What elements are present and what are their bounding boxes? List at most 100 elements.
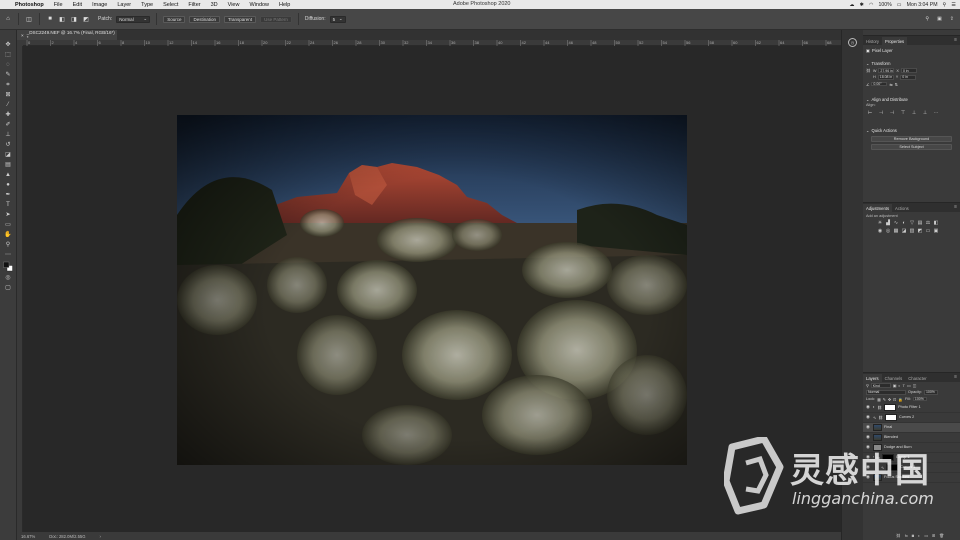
search-icon[interactable]: ⚲ <box>925 16 929 22</box>
new-selection-icon[interactable]: ■ <box>46 15 54 23</box>
eye-icon[interactable]: ◉ <box>866 414 871 420</box>
cloud-icon[interactable]: ☁ <box>849 2 854 8</box>
lock-all-icon[interactable]: 🔒 <box>898 397 903 402</box>
type-tool-icon[interactable]: T <box>3 200 13 209</box>
layer-row[interactable]: ◉ Blended <box>863 433 960 443</box>
exposure-icon[interactable]: ◐ <box>901 220 907 226</box>
y-field[interactable]: 0 in <box>900 75 917 80</box>
diffusion-select[interactable]: 5 ⌄ <box>329 15 346 23</box>
eye-icon[interactable]: ◉ <box>866 404 871 410</box>
new-group-icon[interactable]: ▭ <box>924 533 928 538</box>
photo-filter-icon[interactable]: ◉ <box>877 228 883 234</box>
move-tool-icon[interactable]: ✥ <box>3 40 13 49</box>
trash-icon[interactable]: 🗑 <box>939 533 944 538</box>
layer-mask[interactable] <box>885 413 898 421</box>
menu-list-icon[interactable]: ☰ <box>951 2 956 8</box>
layer-row[interactable]: ◉ › ▭ Group 1 <box>863 453 960 463</box>
selective-color-icon[interactable]: ▣ <box>933 228 939 234</box>
layer-row[interactable]: ◉ Final <box>863 422 960 433</box>
menu-app[interactable]: Photoshop <box>10 2 49 8</box>
menu-image[interactable]: Image <box>87 2 112 8</box>
close-icon[interactable]: × <box>21 33 24 38</box>
x-field[interactable]: 0 in <box>900 68 917 73</box>
chevron-right-icon[interactable]: › <box>100 534 101 539</box>
align-center-icon[interactable]: ⊣ <box>878 110 884 116</box>
lock-artboard-icon[interactable]: ⊡ <box>893 397 896 402</box>
invert-icon[interactable]: ◪ <box>901 228 907 234</box>
color-lookup-icon[interactable]: ▦ <box>893 228 899 234</box>
eye-icon[interactable]: ◉ <box>866 444 871 450</box>
threshold-icon[interactable]: ◩ <box>917 228 923 234</box>
align-left-icon[interactable]: ⊢ <box>867 110 873 116</box>
tab-actions[interactable]: Actions <box>892 204 912 212</box>
wifi-icon[interactable]: ◠ <box>869 2 874 8</box>
align-right-icon[interactable]: ⊣ <box>889 110 895 116</box>
posterize-icon[interactable]: ▥ <box>909 228 915 234</box>
menu-view[interactable]: View <box>223 2 245 8</box>
black-white-icon[interactable]: ◧ <box>933 220 939 226</box>
lock-transparent-icon[interactable]: ▦ <box>877 397 881 402</box>
intersect-selection-icon[interactable]: ◩ <box>82 15 90 23</box>
remove-background-button[interactable]: Remove Background <box>871 135 952 142</box>
menu-edit[interactable]: Edit <box>68 2 87 8</box>
tab-character[interactable]: Character <box>905 374 929 382</box>
eye-icon[interactable]: ◉ <box>866 434 871 440</box>
gradient-tool-icon[interactable]: ▤ <box>3 160 13 169</box>
zoom-tool-icon[interactable]: ⚲ <box>3 240 13 249</box>
path-select-icon[interactable]: ➤ <box>3 210 13 219</box>
new-layer-icon[interactable]: ⊞ <box>932 533 935 538</box>
hue-saturation-icon[interactable]: ▤ <box>917 220 923 226</box>
eraser-tool-icon[interactable]: ◪ <box>3 150 13 159</box>
dodge-tool-icon[interactable]: ● <box>3 180 13 189</box>
use-pattern-button[interactable]: Use Pattern <box>260 15 292 23</box>
layer-row[interactable]: ◉ ∿ ⛓ Curves 2 <box>863 413 960 423</box>
layer-mask[interactable] <box>884 403 897 411</box>
clock[interactable]: Mon 3:04 PM <box>907 2 938 8</box>
opacity-field[interactable]: 100% <box>923 390 938 395</box>
search-icon[interactable]: ⚲ <box>943 2 947 8</box>
eye-icon[interactable]: ◉ <box>866 454 871 460</box>
battery-icon[interactable]: ▭ <box>897 2 902 8</box>
brightness-icon[interactable]: ☀ <box>877 220 883 226</box>
kind-select[interactable]: Kind <box>870 383 891 388</box>
more-tools-icon[interactable]: ⋯ <box>3 250 13 259</box>
marquee-tool-icon[interactable]: ⬚ <box>3 50 13 59</box>
filter-pixel-icon[interactable]: ▣ <box>893 383 897 388</box>
hand-tool-icon[interactable]: ✋ <box>3 230 13 239</box>
quick-mask-icon[interactable]: ◎ <box>3 273 13 282</box>
patch-select[interactable]: Normal ⌄ <box>116 15 151 23</box>
more-options-icon[interactable]: ⋯ <box>933 110 939 116</box>
flip-horizontal-icon[interactable]: ⇆ <box>889 82 892 87</box>
healing-tool-icon[interactable]: ✚ <box>3 110 13 119</box>
tab-adjustments[interactable]: Adjustments <box>863 204 893 212</box>
layer-row[interactable]: ◉ ∿ Curves 1 <box>863 463 960 473</box>
menu-file[interactable]: File <box>49 2 68 8</box>
share-icon[interactable]: ⇪ <box>950 16 954 22</box>
layer-mask[interactable] <box>886 463 899 471</box>
tab-layers[interactable]: Layers <box>863 374 882 382</box>
add-mask-icon[interactable]: ◙ <box>912 534 914 538</box>
stamp-tool-icon[interactable]: ⊥ <box>3 130 13 139</box>
history-brush-icon[interactable]: ↺ <box>3 140 13 149</box>
home-icon[interactable]: ⌂ <box>4 15 12 23</box>
eye-icon[interactable]: ◉ <box>866 464 871 470</box>
panel-menu-icon[interactable]: ≡ <box>954 204 957 210</box>
panel-menu-icon[interactable]: ≡ <box>954 374 957 380</box>
subtract-selection-icon[interactable]: ◨ <box>70 15 78 23</box>
screen-mode-icon[interactable]: ▢ <box>3 283 13 292</box>
lasso-tool-icon[interactable]: ◌ <box>3 60 13 69</box>
fx-icon[interactable]: fx <box>905 534 908 538</box>
pen-tool-icon[interactable]: ✒ <box>3 190 13 199</box>
vibrance-icon[interactable]: ▽ <box>909 220 915 226</box>
filter-type-icon[interactable]: T <box>903 384 905 388</box>
height-field[interactable]: 18.08 in <box>877 75 894 80</box>
layer-row[interactable]: ◉ Focus Stacked <box>863 473 960 483</box>
channel-mixer-icon[interactable]: ◎ <box>885 228 891 234</box>
width-field[interactable]: 27.96 in <box>878 68 895 73</box>
tab-history[interactable]: History <box>863 37 882 45</box>
filter-smart-icon[interactable]: ◫ <box>913 383 917 388</box>
eyedropper-tool-icon[interactable]: ⁄ <box>3 100 13 109</box>
layer-row[interactable]: ◉ ◐ ⛓ Photo Filter 1 <box>863 403 960 413</box>
lock-pixels-icon[interactable]: ✎ <box>883 397 886 402</box>
color-balance-icon[interactable]: ⚖ <box>925 220 931 226</box>
